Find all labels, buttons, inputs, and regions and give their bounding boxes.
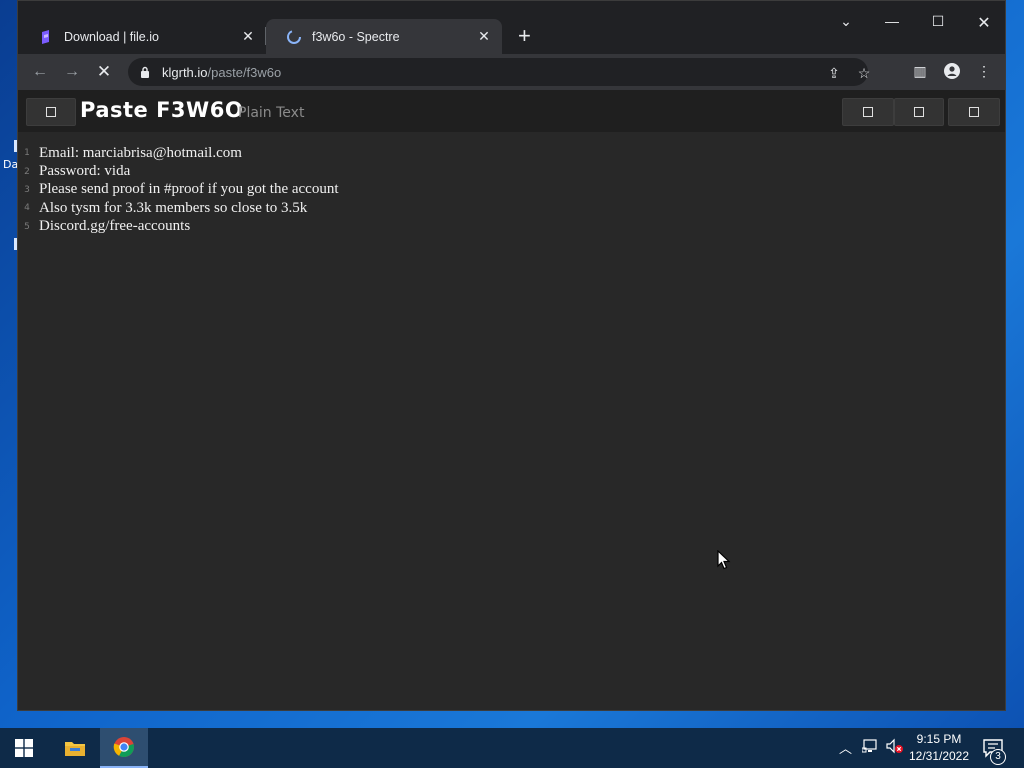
line-number: 2 xyxy=(24,166,30,177)
share-icon[interactable]: ⇪ xyxy=(824,65,844,81)
speaker-muted-icon xyxy=(886,738,903,754)
line-text: Password: vida xyxy=(39,163,131,180)
header-action-button-1[interactable] xyxy=(842,98,894,126)
clock-date: 12/31/2022 xyxy=(908,749,970,763)
header-action-button-2[interactable] xyxy=(894,98,944,126)
taskbar-file-explorer[interactable] xyxy=(51,728,99,768)
browser-toolbar: ← → ✕ klgrth.io/paste/f3w6o ⇪ ☆ ▥ ⋮ xyxy=(18,54,1005,90)
line-text: Email: marciabrisa@hotmail.com xyxy=(39,144,242,161)
forward-button[interactable]: → xyxy=(60,61,84,83)
code-line: 1 Email: marciabrisa@hotmail.com xyxy=(18,144,1005,162)
windows-logo-icon xyxy=(15,739,33,757)
paste-page: Paste F3W6O Plain Text 1 Email: marciabr… xyxy=(18,90,1005,710)
chrome-icon xyxy=(113,737,134,758)
line-text: Discord.gg/free-accounts xyxy=(39,218,191,235)
tray-overflow-chevron-icon[interactable]: ︿ xyxy=(839,738,852,757)
code-line: 4 Also tysm for 3.3k members so close to… xyxy=(18,199,1005,217)
minimize-button[interactable]: — xyxy=(869,13,915,29)
profile-icon[interactable] xyxy=(942,63,962,81)
close-window-button[interactable]: ✕ xyxy=(961,13,1007,33)
tab-spectre[interactable]: f3w6o - Spectre ✕ xyxy=(266,19,502,54)
paste-content: 1 Email: marciabrisa@hotmail.com 2 Passw… xyxy=(18,144,1005,236)
notification-count-badge: 3 xyxy=(990,749,1006,765)
network-monitor-icon xyxy=(861,739,877,753)
code-line: 3 Please send proof in #proof if you got… xyxy=(18,181,1005,199)
close-icon[interactable]: ✕ xyxy=(476,28,492,45)
file-explorer-icon xyxy=(65,742,85,756)
tab-search-button[interactable]: ⌄ xyxy=(823,13,869,30)
menu-icon xyxy=(46,107,56,117)
url-path: /paste/f3w6o xyxy=(207,64,282,80)
maximize-button[interactable]: ☐ xyxy=(915,13,961,30)
profile-avatar-icon xyxy=(944,63,960,79)
url-host: klgrth.io xyxy=(162,64,208,80)
taskbar-chrome[interactable] xyxy=(100,728,148,768)
side-panel-icon[interactable]: ▥ xyxy=(910,63,930,81)
action-icon xyxy=(969,107,979,117)
code-line: 2 Password: vida xyxy=(18,162,1005,180)
tab-title: Download | file.io xyxy=(64,29,159,44)
menu-kebab-icon[interactable]: ⋮ xyxy=(974,63,994,81)
fileio-favicon-icon xyxy=(42,29,49,44)
lock-icon xyxy=(141,66,149,78)
menu-button[interactable] xyxy=(26,98,76,126)
action-icon xyxy=(914,107,924,117)
mouse-pointer-icon xyxy=(717,550,731,570)
line-number: 4 xyxy=(24,203,30,214)
paste-title: Paste F3W6O xyxy=(80,98,244,122)
clock-time: 9:15 PM xyxy=(916,732,962,746)
address-bar[interactable]: klgrth.io/paste/f3w6o ⇪ ☆ xyxy=(128,58,870,86)
line-text: Also tysm for 3.3k members so close to 3… xyxy=(39,199,308,216)
header-action-button-3[interactable] xyxy=(948,98,1000,126)
bookmark-star-icon[interactable]: ☆ xyxy=(854,65,874,81)
loading-spinner-icon xyxy=(287,29,301,44)
start-button[interactable] xyxy=(0,728,48,768)
paste-syntax-type: Plain Text xyxy=(238,105,305,121)
close-icon[interactable]: ✕ xyxy=(240,28,256,45)
tab-title: f3w6o - Spectre xyxy=(312,29,400,44)
tab-download-fileio[interactable]: Download | file.io ✕ xyxy=(18,19,266,54)
system-clock[interactable]: 9:15 PM 12/31/2022 xyxy=(906,731,972,765)
line-text: Please send proof in #proof if you got t… xyxy=(39,181,339,198)
network-icon[interactable] xyxy=(861,738,880,757)
code-line: 5 Discord.gg/free-accounts xyxy=(18,218,1005,236)
new-tab-button[interactable]: + xyxy=(518,25,531,47)
page-header: Paste F3W6O Plain Text xyxy=(18,90,1005,132)
line-number: 3 xyxy=(24,184,30,195)
line-number: 5 xyxy=(24,221,30,232)
browser-window: Download | file.io ✕ f3w6o - Spectre ✕ +… xyxy=(17,0,1006,711)
back-button[interactable]: ← xyxy=(28,61,52,83)
taskbar: ︿ 9:15 PM 12/31/2022 3 xyxy=(0,728,1024,768)
tab-strip: Download | file.io ✕ f3w6o - Spectre ✕ +… xyxy=(18,1,1005,54)
line-number: 1 xyxy=(24,148,30,159)
action-icon xyxy=(863,107,873,117)
stop-loading-button[interactable]: ✕ xyxy=(92,61,116,83)
volume-muted-icon[interactable] xyxy=(886,738,904,757)
